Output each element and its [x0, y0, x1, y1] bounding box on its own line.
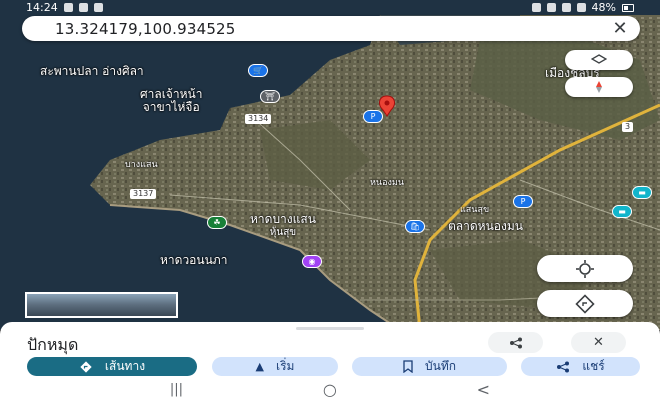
bookmark-icon [403, 360, 413, 373]
sheet-share-button[interactable] [488, 332, 543, 353]
my-location-icon [576, 259, 594, 278]
my-location-button[interactable] [537, 255, 633, 282]
directions-icon [575, 293, 595, 314]
parking-poi-icon-2[interactable]: P [513, 195, 533, 208]
beach-poi-icon[interactable]: ☘ [207, 216, 227, 229]
facebook-icon [78, 3, 88, 12]
share-chip[interactable]: แชร์ [521, 357, 640, 376]
road-shield-3137: 3137 [130, 189, 157, 199]
search-bar[interactable]: 13.324179,100.934525 ✕ [22, 16, 640, 41]
status-time: 14:24 [26, 1, 58, 14]
map-label-district-3[interactable]: แสนสุข [460, 205, 489, 215]
signal-icon [576, 3, 586, 12]
notification-icon [63, 3, 73, 12]
search-query[interactable]: 13.324179,100.934525 [22, 20, 600, 38]
share-chip-label: แชร์ [582, 359, 605, 373]
save-chip[interactable]: บันทึก [352, 357, 507, 376]
navigation-arrow-icon: ▲ [255, 360, 264, 373]
wifi-icon [561, 3, 571, 12]
map-label-beach[interactable]: หาดบางแสน หุ้นสุข [250, 213, 316, 239]
compass-button[interactable] [565, 77, 633, 97]
place-bottom-sheet[interactable]: ปักหมุด ✕ เส้นทาง ▲ เริ่ม บันทึก แชร์ [0, 322, 660, 378]
status-bar: 14:24 48% [0, 0, 660, 15]
location-icon [546, 3, 556, 12]
save-chip-label: บันทึก [425, 359, 456, 373]
notification-icon-2 [93, 3, 103, 12]
sheet-title: ปักหมุด [27, 335, 79, 354]
layers-button[interactable] [565, 50, 633, 70]
share-icon [509, 337, 522, 348]
hotel-poi-icon-2[interactable]: ▬ [612, 205, 632, 218]
directions-fab[interactable] [537, 290, 633, 317]
share-icon [557, 361, 570, 372]
directions-chip-label: เส้นทาง [104, 359, 146, 373]
alarm-icon [531, 3, 541, 12]
close-icon: ✕ [593, 335, 604, 350]
map-label-market[interactable]: ตลาดหนองมน [448, 220, 523, 233]
map-label-beach-line2: หุ้นสุข [269, 227, 297, 238]
battery-percent: 48% [591, 1, 616, 14]
map-label-district-1[interactable]: บางแสน [125, 160, 158, 170]
shopping-poi-icon[interactable]: 🛍 [405, 220, 425, 233]
shopping-cart-poi-icon[interactable]: 🛒 [248, 64, 268, 77]
map-label-pier[interactable]: สะพานปลา อ่างศิลา [40, 65, 144, 78]
close-icon[interactable]: ✕ [600, 18, 640, 39]
back-button[interactable]: < [477, 380, 490, 399]
sheet-drag-handle[interactable] [296, 327, 364, 330]
shrine-poi-icon[interactable]: ⛩ [260, 90, 280, 103]
directions-chip[interactable]: เส้นทาง [27, 357, 197, 376]
home-button[interactable]: ○ [323, 380, 337, 399]
recents-button[interactable]: ||| [170, 382, 183, 397]
camera-poi-icon[interactable]: ◉ [302, 255, 322, 268]
map-canvas[interactable]: P สะพานปลา อ่างศิลา 🛒 ศาลเจ้าหน้า จาขาไห… [0, 0, 660, 330]
battery-icon [622, 3, 634, 12]
system-nav-bar: ||| ○ < [0, 378, 660, 400]
sheet-close-button[interactable]: ✕ [571, 332, 626, 353]
hotel-poi-icon[interactable]: ▬ [632, 186, 652, 199]
directions-icon [80, 360, 92, 373]
map-label-beach-line1: หาดบางแสน [250, 212, 316, 226]
street-view-thumbnail[interactable] [25, 292, 178, 318]
start-chip-label: เริ่ม [276, 359, 295, 373]
layers-icon [591, 54, 607, 64]
start-chip[interactable]: ▲ เริ่ม [212, 357, 338, 376]
road-shield-3134: 3134 [245, 114, 272, 124]
compass-icon [596, 81, 602, 93]
map-label-hat-wonnapa[interactable]: หาดวอนนภา [160, 254, 227, 267]
map-label-district-2[interactable]: หนองมน [370, 178, 404, 188]
road-shield-3: 3 [622, 122, 634, 132]
map-label-shrine[interactable]: ศาลเจ้าหน้า จาขาไห่จือ [140, 88, 202, 114]
map-label-shrine-line2: จาขาไห่จือ [142, 100, 200, 114]
parking-poi-icon[interactable]: P [363, 110, 383, 123]
